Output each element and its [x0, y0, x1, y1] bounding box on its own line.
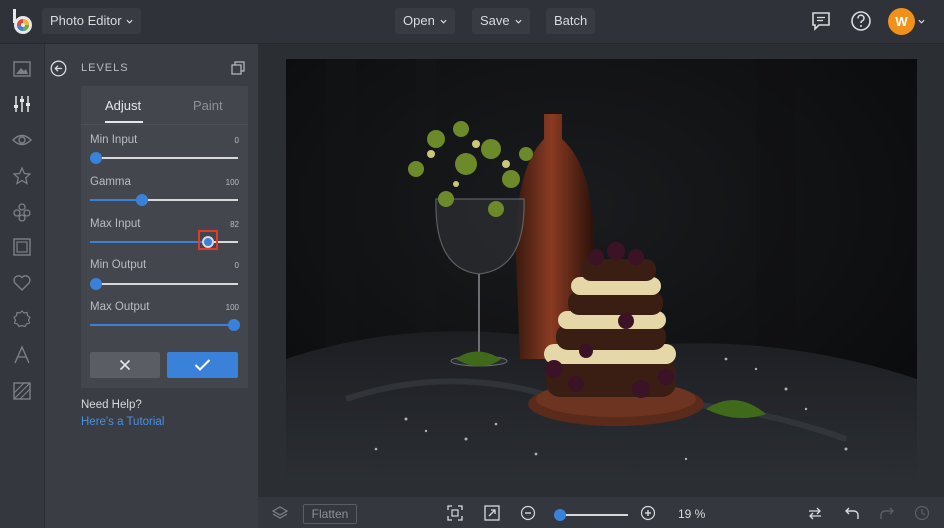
- layers-icon[interactable]: [272, 505, 288, 521]
- help-icon[interactable]: [850, 10, 872, 32]
- comment-icon[interactable]: [810, 10, 832, 32]
- history-icon[interactable]: [914, 505, 930, 521]
- max-output-label: Max Output: [90, 301, 150, 313]
- cancel-button[interactable]: [90, 352, 160, 378]
- open-label: Open: [403, 13, 435, 28]
- close-icon: [119, 359, 131, 371]
- copy-icon[interactable]: [231, 61, 245, 75]
- actual-size-icon[interactable]: [484, 505, 500, 521]
- badge-icon[interactable]: [12, 309, 32, 329]
- active-tab-indicator: [105, 121, 143, 123]
- slider-fill: [90, 241, 209, 243]
- star-icon[interactable]: [12, 166, 32, 186]
- batch-button[interactable]: Batch: [546, 8, 596, 34]
- save-button[interactable]: Save: [472, 8, 530, 34]
- chevron-down-icon[interactable]: [918, 18, 925, 25]
- bottom-bar: Flatten 19 %: [258, 496, 944, 528]
- help-title: Need Help?: [81, 399, 142, 411]
- frame-icon[interactable]: [12, 237, 32, 257]
- panel-title: LEVELS: [81, 62, 129, 74]
- save-label: Save: [480, 13, 510, 28]
- app-menu-label: Photo Editor: [50, 13, 122, 28]
- chevron-down-icon: [440, 19, 447, 24]
- tutorial-link[interactable]: Here's a Tutorial: [81, 416, 164, 428]
- top-bar: Photo Editor Open Save Batch W: [0, 0, 944, 44]
- tab-paint[interactable]: Paint: [193, 98, 223, 113]
- back-arrow-icon[interactable]: [50, 60, 67, 77]
- levels-panel: LEVELS Adjust Paint Min Input 0 Gamma 10…: [45, 44, 258, 528]
- checkmark-icon: [194, 359, 211, 371]
- max-input-label: Max Input: [90, 218, 141, 230]
- slider-handle[interactable]: [227, 319, 240, 331]
- slider-handle[interactable]: [135, 194, 148, 206]
- zoom-level: 19 %: [678, 507, 706, 521]
- photo-canvas[interactable]: [286, 59, 917, 481]
- gamma-label: Gamma: [90, 176, 131, 188]
- text-icon[interactable]: [12, 345, 32, 365]
- dessert-photo: [286, 59, 917, 481]
- min-input-value: 0: [234, 136, 239, 145]
- max-output-slider[interactable]: [90, 319, 240, 331]
- compare-icon[interactable]: [807, 505, 823, 521]
- levels-card: Adjust Paint Min Input 0 Gamma 100 Max I…: [81, 86, 248, 388]
- zoom-handle[interactable]: [553, 509, 566, 521]
- zoom-in-icon[interactable]: [640, 505, 656, 521]
- tool-rail: [0, 44, 45, 528]
- slider-handle[interactable]: [89, 278, 102, 290]
- texture-icon[interactable]: [12, 381, 32, 401]
- slider-fill: [90, 324, 234, 326]
- divider: [81, 124, 248, 125]
- circles-icon[interactable]: [12, 202, 32, 222]
- max-input-value: 82: [230, 220, 239, 229]
- flatten-button[interactable]: Flatten: [303, 504, 357, 524]
- gamma-value: 100: [225, 178, 239, 187]
- tab-adjust[interactable]: Adjust: [105, 98, 141, 113]
- chevron-down-icon: [126, 19, 133, 24]
- batch-label: Batch: [554, 13, 588, 28]
- heart-icon[interactable]: [12, 273, 32, 293]
- min-output-label: Min Output: [90, 259, 147, 271]
- min-input-label: Min Input: [90, 134, 138, 146]
- zoom-out-icon[interactable]: [520, 505, 536, 521]
- apply-button[interactable]: [167, 352, 238, 378]
- slider-fill: [90, 199, 142, 201]
- eye-icon[interactable]: [12, 130, 32, 150]
- fit-screen-icon[interactable]: [447, 505, 463, 521]
- min-input-slider[interactable]: [89, 152, 238, 164]
- open-button[interactable]: Open: [395, 8, 455, 34]
- app-menu-button[interactable]: Photo Editor: [42, 8, 141, 34]
- max-output-value: 100: [225, 303, 239, 312]
- undo-icon[interactable]: [844, 505, 860, 521]
- zoom-slider[interactable]: [553, 509, 628, 521]
- image-icon[interactable]: [12, 59, 32, 79]
- befunky-logo-icon[interactable]: [12, 9, 34, 35]
- sliders-icon[interactable]: [12, 94, 32, 114]
- gamma-slider[interactable]: [90, 194, 238, 206]
- redo-icon[interactable]: [879, 505, 895, 521]
- avatar[interactable]: W: [888, 8, 915, 35]
- slider-handle[interactable]: [89, 152, 102, 164]
- min-output-value: 0: [234, 261, 239, 270]
- chevron-down-icon: [515, 19, 522, 24]
- max-input-slider[interactable]: [90, 230, 238, 250]
- min-output-slider[interactable]: [89, 278, 238, 290]
